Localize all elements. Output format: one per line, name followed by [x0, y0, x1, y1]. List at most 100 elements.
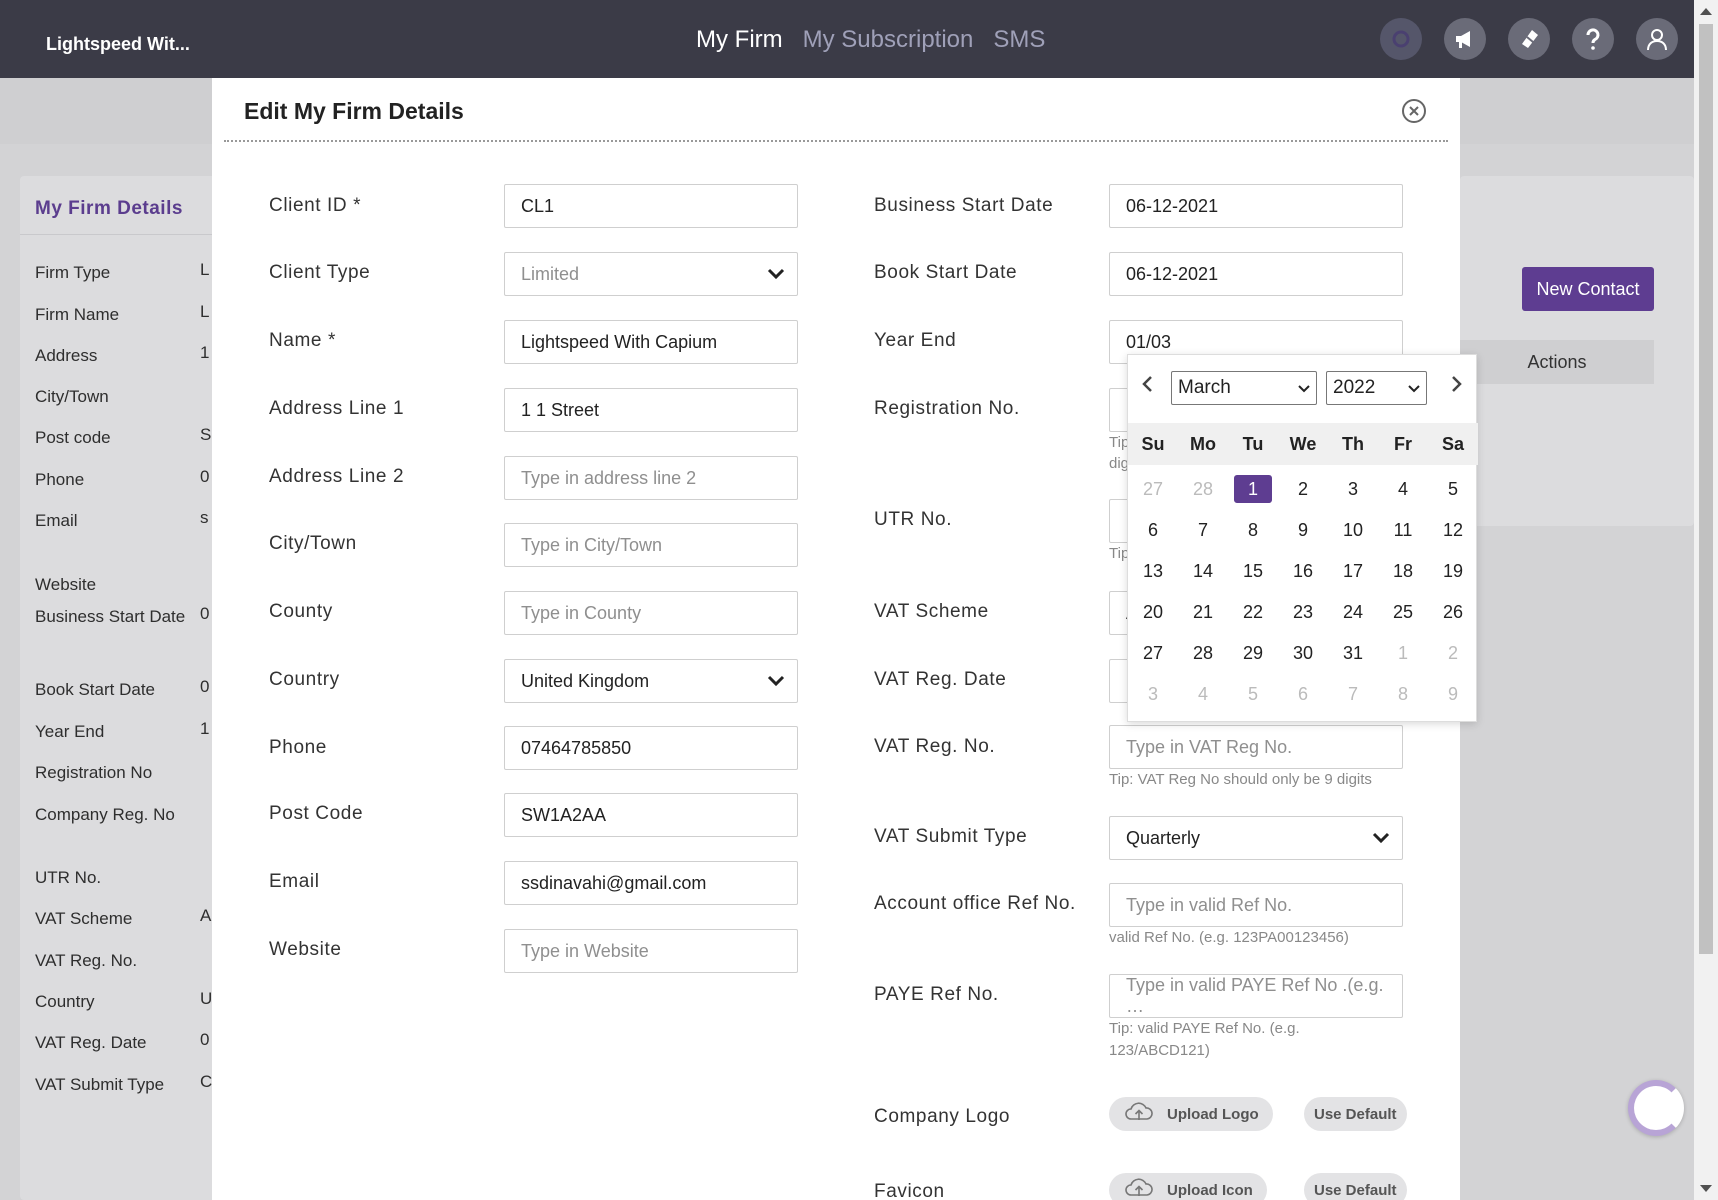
- calendar-day[interactable]: 23: [1278, 598, 1328, 639]
- scrollbar-thumb[interactable]: [1699, 24, 1713, 954]
- close-icon[interactable]: [1402, 99, 1426, 123]
- page-scrollbar[interactable]: [1694, 0, 1718, 1200]
- calendar-day[interactable]: 2: [1428, 639, 1478, 680]
- favicon-label: Favicon: [874, 1181, 945, 1200]
- phone-input[interactable]: 07464785850: [504, 726, 798, 770]
- account-office-ref-input[interactable]: Type in valid Ref No.: [1109, 883, 1403, 927]
- postcode-input[interactable]: SW1A2AA: [504, 793, 798, 837]
- calendar-day[interactable]: 20: [1128, 598, 1178, 639]
- brand-name[interactable]: Lightspeed Wit...: [46, 34, 190, 55]
- megaphone-icon[interactable]: [1444, 18, 1486, 60]
- calendar-day[interactable]: 21: [1178, 598, 1228, 639]
- calendar-day[interactable]: 1: [1378, 639, 1428, 680]
- upload-icon-button[interactable]: Upload Icon: [1109, 1173, 1267, 1200]
- detail-value: 0: [200, 677, 210, 696]
- scroll-up-arrow[interactable]: [1700, 8, 1712, 15]
- calendar-day[interactable]: 17: [1328, 557, 1378, 598]
- calendar-day[interactable]: 18: [1378, 557, 1428, 598]
- city-input[interactable]: Type in City/Town: [504, 523, 798, 567]
- calendar-day[interactable]: 10: [1328, 516, 1378, 557]
- calendar-day[interactable]: 6: [1278, 680, 1328, 721]
- calendar-day[interactable]: 28: [1178, 475, 1228, 516]
- calendar-day[interactable]: 2: [1278, 475, 1328, 516]
- calendar-day[interactable]: 5: [1428, 475, 1478, 516]
- calendar-day[interactable]: 8: [1378, 680, 1428, 721]
- calendar-day[interactable]: 28: [1178, 639, 1228, 680]
- chevron-right-icon[interactable]: [1450, 375, 1464, 393]
- firm-switcher-icon[interactable]: [1380, 18, 1422, 60]
- client-id-input[interactable]: CL1: [504, 184, 798, 228]
- paye-ref-input[interactable]: Type in valid PAYE Ref No .(e.g. …: [1109, 974, 1403, 1018]
- calendar-day[interactable]: 26: [1428, 598, 1478, 639]
- calendar-day[interactable]: 27: [1128, 475, 1178, 516]
- user-profile-icon[interactable]: [1636, 18, 1678, 60]
- upload-logo-button[interactable]: Upload Logo: [1109, 1097, 1273, 1131]
- calendar-day[interactable]: 22: [1228, 598, 1278, 639]
- selected-day-number: 1: [1234, 475, 1272, 503]
- nav-link-my-subscription[interactable]: My Subscription: [803, 26, 974, 54]
- vat-scheme-label: VAT Scheme: [874, 601, 989, 622]
- phone-label: Phone: [269, 737, 327, 758]
- new-contact-button[interactable]: New Contact: [1522, 267, 1654, 311]
- upload-icon-label: Upload Icon: [1167, 1181, 1253, 1199]
- vat-reg-no-input[interactable]: Type in VAT Reg No.: [1109, 725, 1403, 769]
- client-type-value: Limited: [521, 263, 580, 284]
- nav-link-sms[interactable]: SMS: [993, 26, 1045, 54]
- calendar-day[interactable]: 29: [1228, 639, 1278, 680]
- country-label: Country: [269, 669, 340, 690]
- help-icon[interactable]: [1572, 18, 1614, 60]
- detail-label: VAT Submit Type: [35, 1075, 165, 1094]
- chevron-left-icon[interactable]: [1140, 375, 1154, 393]
- calendar-day[interactable]: 6: [1128, 516, 1178, 557]
- calendar-day[interactable]: 11: [1378, 516, 1428, 557]
- use-default-logo-button[interactable]: Use Default: [1304, 1097, 1407, 1131]
- calendar-day[interactable]: 15: [1228, 557, 1278, 598]
- county-input[interactable]: Type in County: [504, 591, 798, 635]
- detail-value: 1: [200, 719, 210, 738]
- calendar-week-row: 27 28 29 30 31 1 2: [1128, 639, 1478, 680]
- calendar-day[interactable]: 14: [1178, 557, 1228, 598]
- calendar-day[interactable]: 24: [1328, 598, 1378, 639]
- calendar-day[interactable]: 19: [1428, 557, 1478, 598]
- address-line1-input[interactable]: 1 1 Street: [504, 388, 798, 432]
- email-input[interactable]: ssdinavahi@gmail.com: [504, 861, 798, 905]
- calendar-day[interactable]: 9: [1428, 680, 1478, 721]
- name-input[interactable]: Lightspeed With Capium: [504, 320, 798, 364]
- calendar-day[interactable]: 9: [1278, 516, 1328, 557]
- detail-label: City/Town: [35, 387, 109, 406]
- calendar-day[interactable]: 4: [1378, 475, 1428, 516]
- ticket-icon[interactable]: [1508, 18, 1550, 60]
- calendar-day[interactable]: 12: [1428, 516, 1478, 557]
- use-default-favicon-button[interactable]: Use Default: [1304, 1173, 1407, 1200]
- chat-launcher-icon[interactable]: [1628, 1080, 1684, 1136]
- calendar-day[interactable]: 27: [1128, 639, 1178, 680]
- calendar-day[interactable]: 30: [1278, 639, 1328, 680]
- calendar-day[interactable]: 3: [1328, 475, 1378, 516]
- country-select[interactable]: United Kingdom: [504, 659, 798, 703]
- scroll-down-arrow[interactable]: [1700, 1185, 1712, 1192]
- vat-reg-no-label: VAT Reg. No.: [874, 736, 996, 757]
- month-select[interactable]: March: [1171, 371, 1317, 405]
- calendar-day[interactable]: 13: [1128, 557, 1178, 598]
- calendar-day[interactable]: 25: [1378, 598, 1428, 639]
- client-type-select[interactable]: Limited: [504, 252, 798, 296]
- vat-submit-type-value: Quarterly: [1126, 827, 1201, 848]
- calendar-day[interactable]: 16: [1278, 557, 1328, 598]
- website-input[interactable]: Type in Website: [504, 929, 798, 973]
- calendar-day[interactable]: 5: [1228, 680, 1278, 721]
- calendar-day-selected[interactable]: 1: [1228, 475, 1278, 516]
- business-start-date-input[interactable]: 06-12-2021: [1109, 184, 1403, 228]
- book-start-date-input[interactable]: 06-12-2021: [1109, 252, 1403, 296]
- calendar-day[interactable]: 3: [1128, 680, 1178, 721]
- calendar-day[interactable]: 4: [1178, 680, 1228, 721]
- address-line2-input[interactable]: Type in address line 2: [504, 456, 798, 500]
- weekday-label: We: [1289, 434, 1317, 454]
- chevron-down-icon: [767, 264, 785, 285]
- calendar-day[interactable]: 8: [1228, 516, 1278, 557]
- calendar-day[interactable]: 7: [1178, 516, 1228, 557]
- calendar-day[interactable]: 31: [1328, 639, 1378, 680]
- calendar-day[interactable]: 7: [1328, 680, 1378, 721]
- year-select[interactable]: 2022: [1326, 371, 1427, 405]
- vat-submit-type-select[interactable]: Quarterly: [1109, 816, 1403, 860]
- nav-link-my-firm[interactable]: My Firm: [696, 26, 783, 54]
